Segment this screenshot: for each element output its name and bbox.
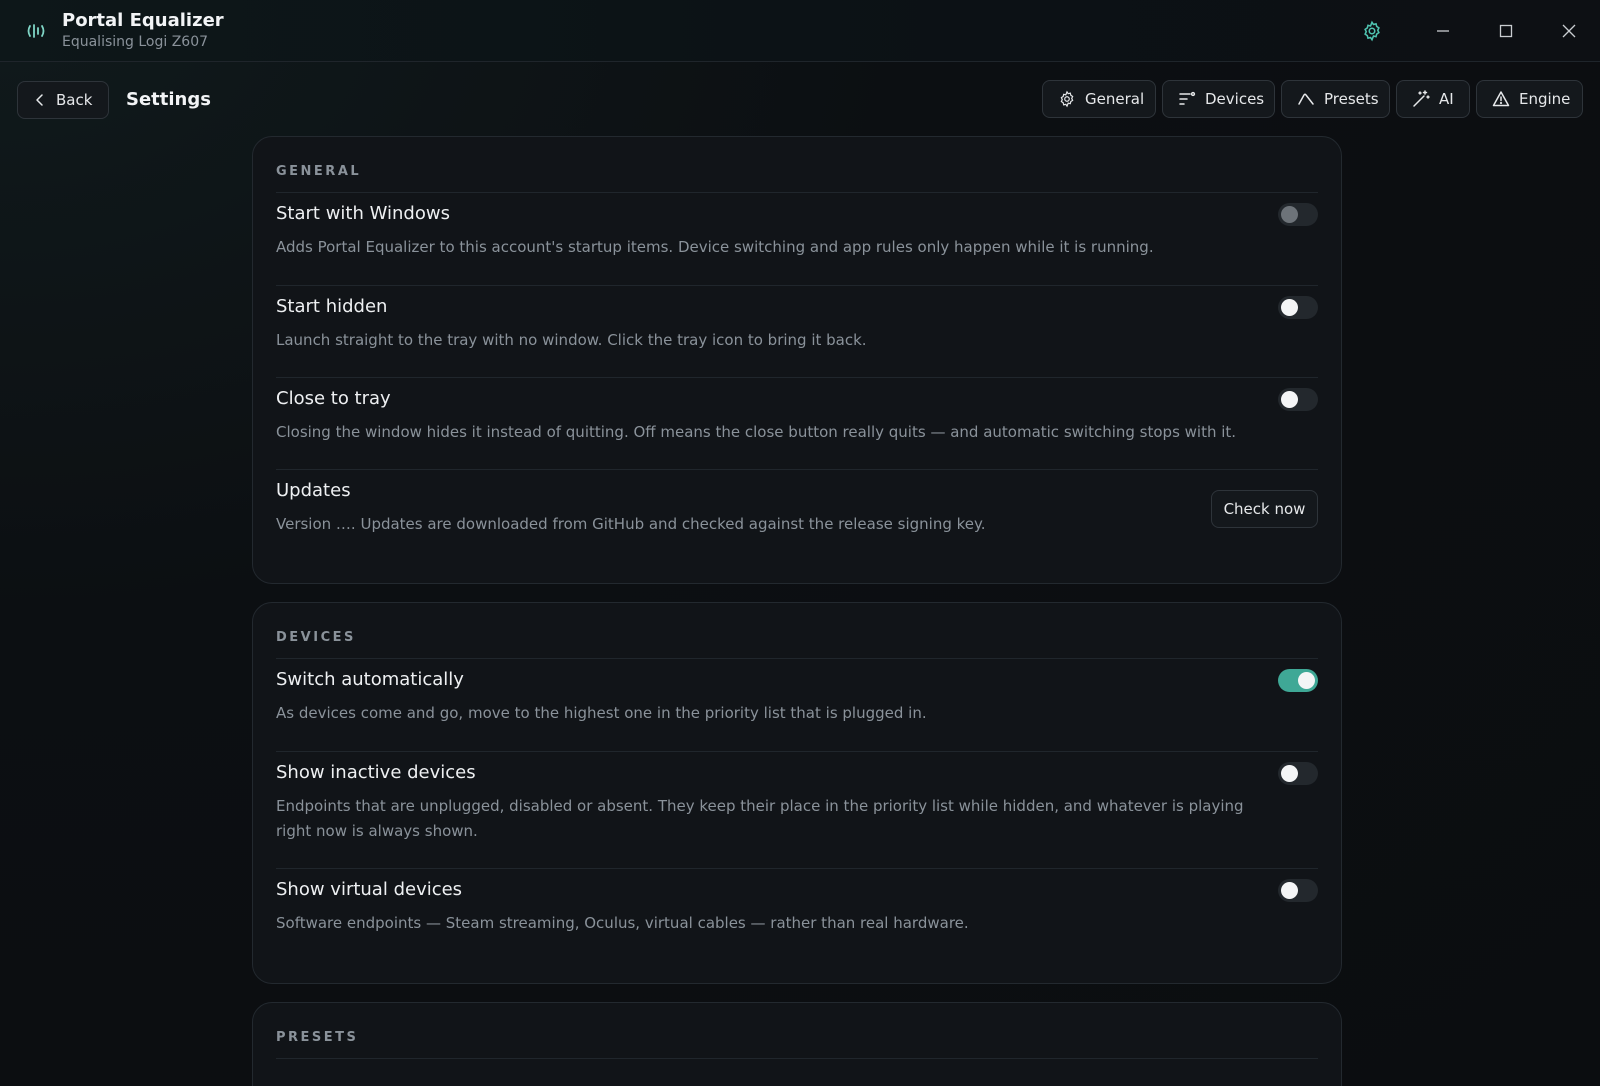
page-title: Settings [126, 89, 211, 110]
nav-devices[interactable]: Devices [1162, 80, 1275, 118]
setting-description: Version …. Updates are downloaded from G… [276, 515, 986, 533]
section-label: DEVICES [276, 630, 356, 645]
nav-presets[interactable]: Presets [1281, 80, 1390, 118]
presets-section: PRESETS [252, 1002, 1342, 1086]
setting-description: As devices come and go, move to the high… [276, 704, 927, 722]
nav-engine[interactable]: Engine [1476, 80, 1583, 118]
setting-description: Closing the window hides it instead of q… [276, 423, 1237, 441]
devices-section: DEVICES Switch automatically As devices … [252, 602, 1342, 984]
gear-icon [1060, 90, 1074, 108]
section-label: GENERAL [276, 164, 362, 179]
setting-title: Show virtual devices [276, 879, 463, 900]
toggle-knob [1281, 206, 1298, 223]
app-title: Portal Equalizer [62, 10, 224, 31]
nav-general-label: General [1085, 90, 1145, 108]
app-subtitle: Equalising Logi Z607 [62, 34, 209, 50]
setting-description: Endpoints that are unplugged, disabled o… [276, 797, 1244, 840]
back-button[interactable]: Back [17, 81, 109, 119]
title-bar: Portal Equalizer Equalising Logi Z607 [0, 0, 1600, 62]
setting-close-to-tray: Close to tray Closing the window hides i… [276, 378, 1318, 470]
switch-automatically-toggle[interactable] [1278, 669, 1318, 692]
setting-updates: Updates Version …. Updates are downloade… [276, 470, 1318, 562]
general-section: GENERAL Start with Windows Adds Portal E… [252, 136, 1342, 584]
setting-title: Close to tray [276, 388, 391, 409]
close-to-tray-toggle[interactable] [1278, 388, 1318, 411]
gear-icon [1364, 20, 1380, 42]
settings-button[interactable] [1357, 16, 1387, 46]
chevron-left-icon [36, 94, 43, 106]
maximize-icon [1499, 24, 1513, 38]
nav-devices-label: Devices [1205, 90, 1265, 108]
setting-title: Show inactive devices [276, 762, 476, 783]
section-label: PRESETS [276, 1030, 359, 1045]
setting-description: Software endpoints — Steam streaming, Oc… [276, 914, 969, 932]
setting-title: Start hidden [276, 296, 388, 317]
back-label: Back [56, 91, 93, 109]
nav-ai-label: AI [1439, 90, 1454, 108]
toggle-knob [1281, 391, 1298, 408]
magic-wand-icon [1413, 90, 1430, 107]
setting-show-virtual-devices: Show virtual devices Software endpoints … [276, 869, 1318, 961]
maximize-button[interactable] [1491, 16, 1521, 46]
setting-title: Switch automatically [276, 669, 464, 690]
toggle-knob [1281, 299, 1298, 316]
setting-start-with-windows: Start with Windows Adds Portal Equalizer… [276, 193, 1318, 286]
nav-presets-label: Presets [1324, 90, 1379, 108]
start-with-windows-toggle[interactable] [1278, 203, 1318, 226]
setting-title: Start with Windows [276, 203, 450, 224]
setting-start-hidden: Start hidden Launch straight to the tray… [276, 286, 1318, 378]
start-hidden-toggle[interactable] [1278, 296, 1318, 319]
divider [276, 1058, 1318, 1059]
show-inactive-devices-toggle[interactable] [1278, 762, 1318, 785]
check-now-button[interactable]: Check now [1211, 490, 1318, 528]
close-button[interactable] [1554, 16, 1584, 46]
minimize-icon [1437, 30, 1449, 32]
nav-ai[interactable]: AI [1396, 80, 1470, 118]
toggle-knob [1281, 765, 1298, 782]
setting-show-inactive-devices: Show inactive devices Endpoints that are… [276, 752, 1318, 869]
nav-general[interactable]: General [1042, 80, 1156, 118]
setting-switch-automatically: Switch automatically As devices come and… [276, 659, 1318, 752]
setting-title: Updates [276, 480, 351, 501]
close-icon [1562, 24, 1576, 38]
toggle-knob [1281, 882, 1298, 899]
equalizer-logo-icon [27, 24, 45, 38]
show-virtual-devices-toggle[interactable] [1278, 879, 1318, 902]
setting-description: Launch straight to the tray with no wind… [276, 331, 867, 349]
nav-engine-label: Engine [1519, 90, 1571, 108]
warning-icon [1492, 91, 1510, 107]
curve-icon [1298, 93, 1314, 105]
sliders-icon [1179, 91, 1196, 105]
setting-description: Adds Portal Equalizer to this account's … [276, 238, 1154, 256]
minimize-button[interactable] [1428, 16, 1458, 46]
toggle-knob [1298, 672, 1315, 689]
app-window: Portal Equalizer Equalising Logi Z607 Ba… [0, 0, 1600, 1086]
